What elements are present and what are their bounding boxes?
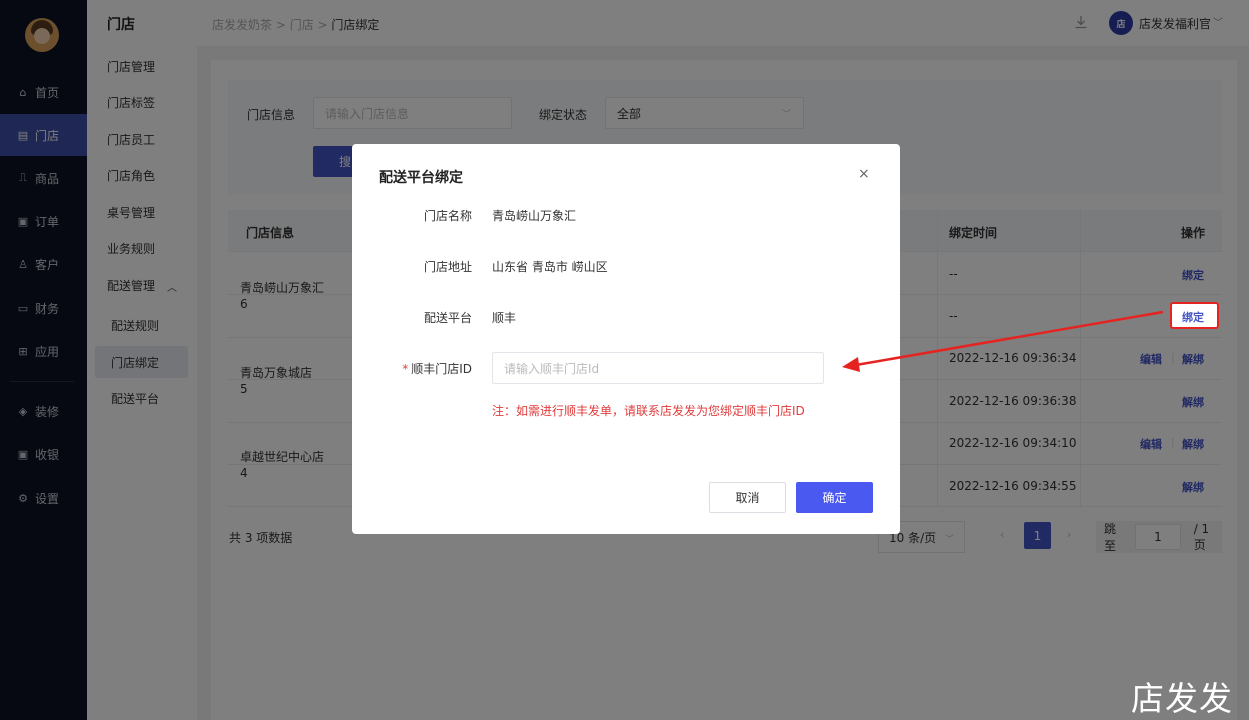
- binding-note: 注：如需进行顺丰发单，请联系店发发为您绑定顺丰门店ID: [492, 404, 805, 418]
- dialog-title: 配送平台绑定: [379, 170, 463, 186]
- close-icon[interactable]: ×: [858, 166, 870, 182]
- sf-store-id-input[interactable]: 请输入顺丰门店Id: [492, 352, 824, 384]
- store-address-value: 山东省 青岛市 崂山区: [492, 260, 608, 274]
- store-address-label: 门店地址: [423, 260, 472, 274]
- required-mark: *: [402, 362, 409, 376]
- store-name-label: 门店名称: [423, 209, 472, 223]
- watermark-text: 店发发: [1131, 679, 1233, 718]
- delivery-platform-value: 顺丰: [492, 311, 517, 325]
- sf-store-id-label: * 顺丰门店ID: [378, 360, 472, 377]
- sf-store-id-label-text: 顺丰门店ID: [411, 362, 472, 376]
- confirm-button[interactable]: 确定: [796, 482, 873, 513]
- delivery-binding-dialog: 配送平台绑定 × 门店名称 青岛崂山万象汇 门店地址 山东省 青岛市 崂山区 配…: [352, 144, 900, 534]
- bind-link-highlighted[interactable]: 绑定: [1182, 309, 1204, 325]
- cancel-button[interactable]: 取消: [709, 482, 786, 513]
- store-name-value: 青岛崂山万象汇: [492, 209, 577, 223]
- delivery-platform-label: 配送平台: [423, 311, 472, 325]
